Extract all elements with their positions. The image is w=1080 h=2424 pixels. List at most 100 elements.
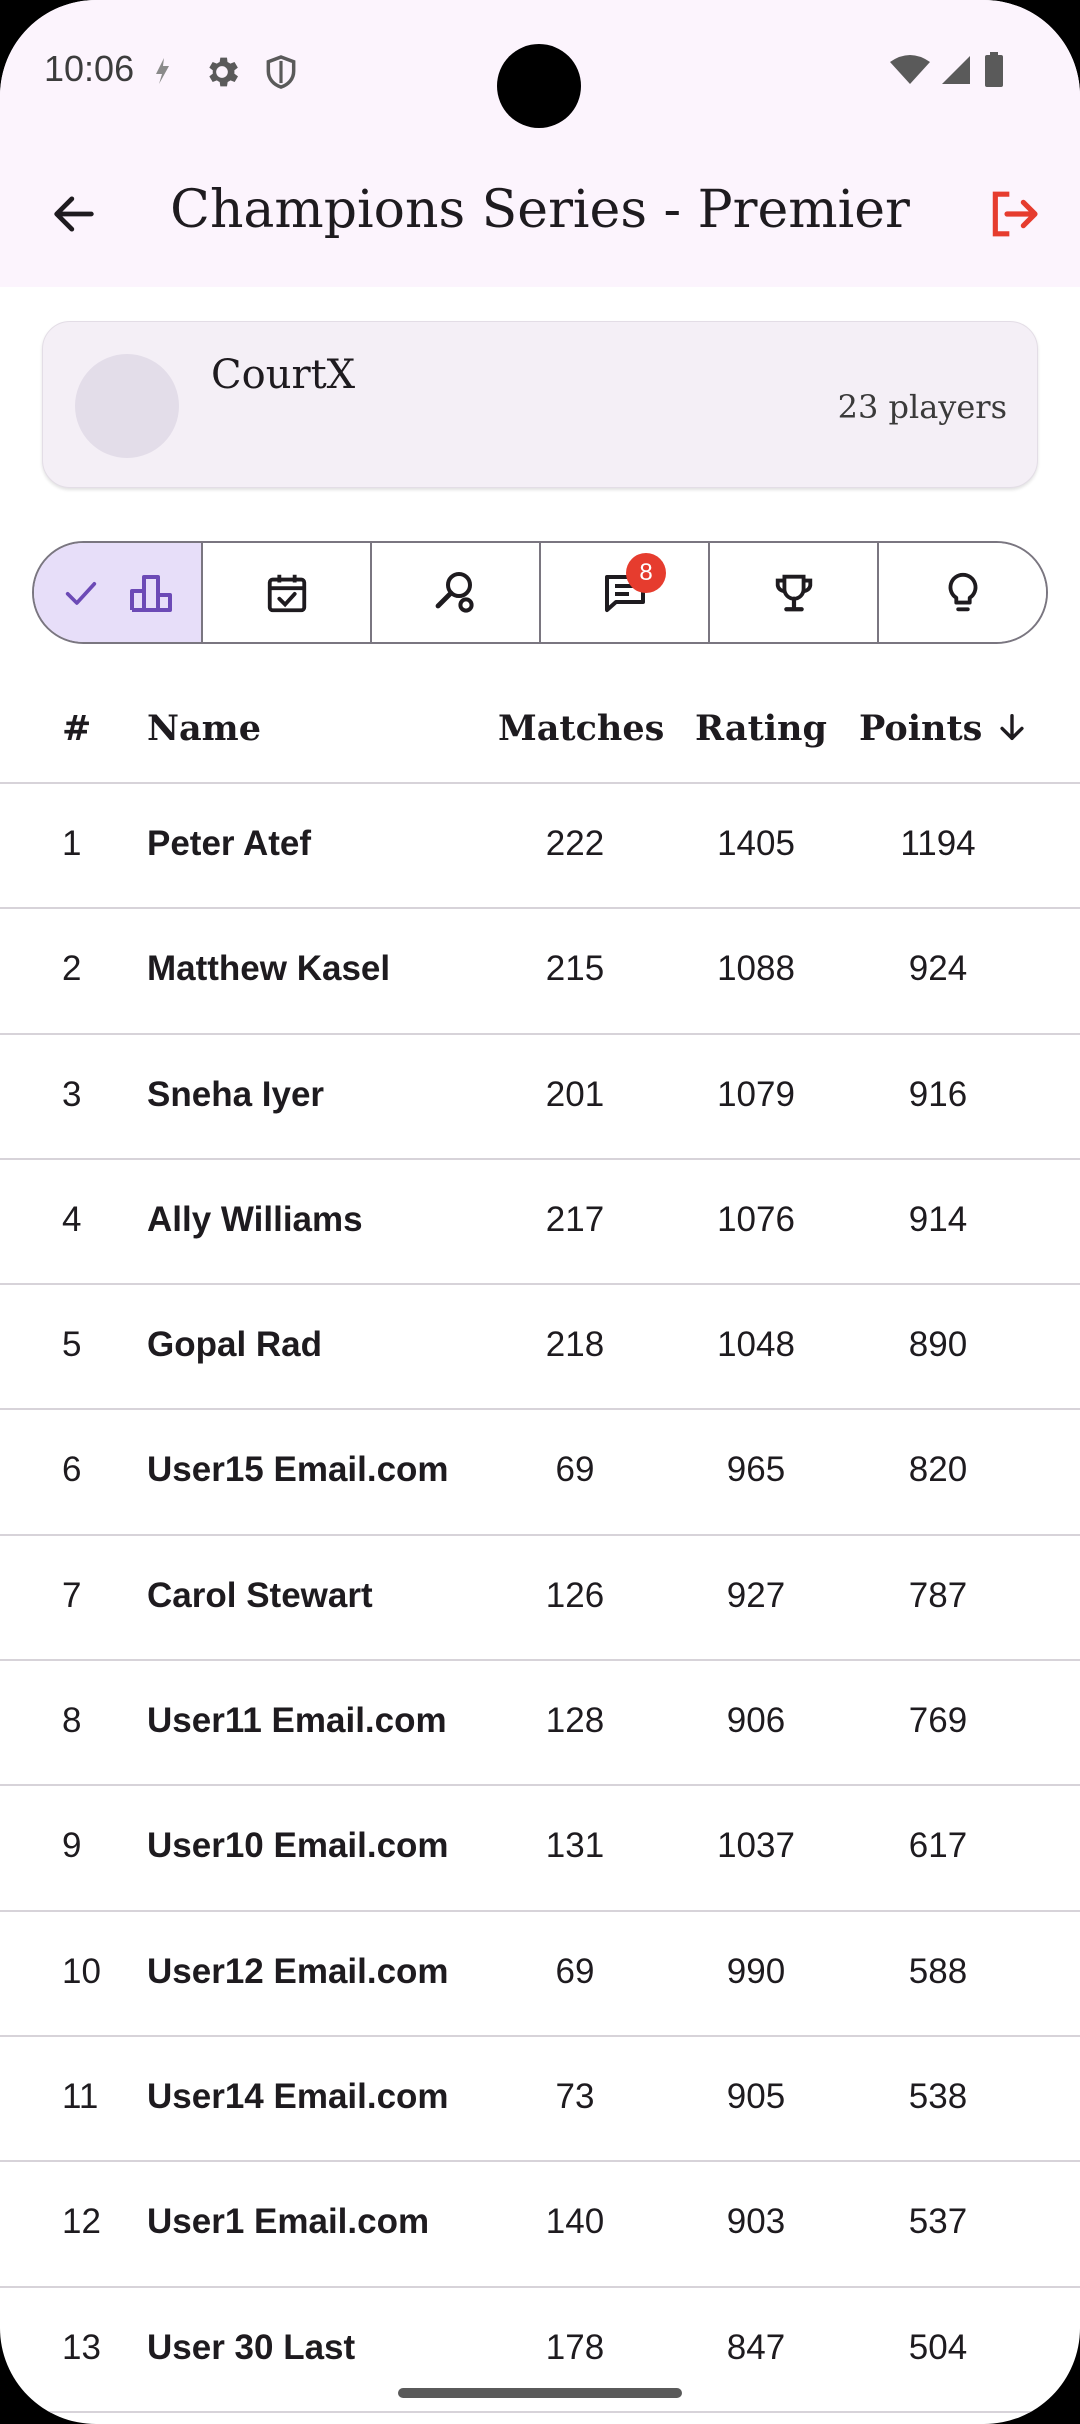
player-name-cell: Sneha Iyer (147, 1074, 325, 1114)
table-row[interactable]: 11 User14 Email.com 73 905 538 (0, 2037, 1080, 2163)
matches-cell: 126 (545, 1575, 605, 1615)
col-rank-header: # (62, 708, 92, 749)
arrow-down-icon (999, 713, 1024, 741)
rank-cell: 13 (62, 2327, 101, 2367)
table-row[interactable]: 6 User15 Email.com 69 965 820 (0, 1410, 1080, 1536)
back-button[interactable] (40, 180, 108, 248)
rank-cell: 6 (62, 1450, 82, 1490)
player-name-cell: User11 Email.com (147, 1701, 447, 1741)
points-cell: 769 (908, 1701, 968, 1741)
matches-cell: 140 (545, 2202, 605, 2242)
rating-cell: 906 (726, 1701, 786, 1741)
matches-cell: 73 (555, 2076, 595, 2116)
rank-cell: 2 (62, 949, 82, 989)
tab-schedule[interactable] (201, 543, 370, 642)
table-row[interactable]: 7 Carol Stewart 126 927 787 (0, 1536, 1080, 1662)
table-row[interactable]: 4 Ally Williams 217 1076 914 (0, 1160, 1080, 1286)
rank-cell: 3 (62, 1074, 82, 1114)
trophy-icon (775, 574, 812, 611)
rank-cell: 10 (62, 1951, 101, 1991)
rating-cell: 1037 (717, 1826, 795, 1866)
player-name-cell: User14 Email.com (147, 2076, 449, 2116)
section-tabs: 8 (32, 541, 1048, 644)
points-cell: 1194 (900, 824, 976, 863)
points-cell: 504 (908, 2327, 968, 2367)
rank-cell: 4 (62, 1199, 82, 1239)
col-rating-header[interactable]: Rating (695, 708, 827, 749)
home-indicator[interactable] (398, 2388, 682, 2398)
status-time: 10:06 (44, 48, 135, 89)
matches-cell: 215 (545, 949, 605, 989)
rank-cell: 11 (62, 2076, 99, 2116)
table-row[interactable]: 1 Peter Atef 222 1405 1194 (0, 784, 1080, 910)
points-cell: 537 (908, 2202, 968, 2242)
table-row[interactable]: 5 Gopal Rad 218 1048 890 (0, 1285, 1080, 1411)
club-card[interactable]: CourtX 23 players (42, 321, 1038, 488)
racket-icon (435, 571, 474, 613)
matches-cell: 218 (545, 1325, 605, 1365)
col-points-label: Points (859, 708, 983, 749)
matches-cell: 128 (545, 1701, 605, 1741)
player-name-cell: User10 Email.com (147, 1826, 449, 1866)
table-body: 1 Peter Atef 222 140 5 1194 2 Matthew Kasel 215 1… (0, 784, 1080, 2413)
player-name-cell: Gopal Rad (147, 1325, 323, 1365)
matches-cell: 217 (545, 1199, 605, 1239)
points-cell: 916 (908, 1074, 968, 1114)
matches-cell: 69 (555, 1450, 595, 1490)
player-name-cell: Matthew Kasel (147, 949, 391, 989)
rank-cell: 5 (62, 1325, 82, 1365)
col-matches-header[interactable]: Matches (498, 708, 664, 749)
matches-cell: 201 (545, 1074, 605, 1114)
battery-icon (984, 52, 1004, 93)
tab-trophies[interactable] (708, 543, 877, 642)
tab-standings[interactable] (34, 543, 201, 642)
rank-cell: 12 (62, 2202, 101, 2242)
tab-tips[interactable] (877, 543, 1046, 642)
player-name-cell: User1 Email.com (147, 2202, 430, 2242)
col-points-header[interactable]: Points (859, 708, 1029, 749)
calendar-check-icon (267, 574, 306, 612)
table-row[interactable]: 3 Sneha Iyer 201 1079 916 (0, 1035, 1080, 1160)
standings-table: # Name Matches Rating Points 1 Peter Atef… (0, 680, 1080, 2413)
rating-cell: 990 (726, 1951, 786, 1991)
player-name-cell: User12 Email.com (147, 1951, 449, 1991)
app-header: 10:06 Champions Series - Premier (0, 0, 1080, 287)
table-row[interactable]: 9 User10 Email.com 131 1037 617 (0, 1786, 1080, 1912)
table-header: # Name Matches Rating Points (0, 680, 1080, 784)
points-cell: 820 (908, 1450, 968, 1490)
wifi-icon (890, 54, 930, 91)
rating-cell: 1076 (717, 1199, 795, 1239)
settings-icon (202, 52, 242, 97)
points-cell: 617 (908, 1826, 968, 1866)
rating-cell: 927 (726, 1575, 786, 1615)
table-row[interactable]: 2 Matthew Kasel 215 1088 924 (0, 909, 1080, 1035)
points-cell: 787 (908, 1575, 968, 1615)
shield-icon (262, 52, 300, 97)
tab-matches[interactable] (370, 543, 539, 642)
col-name-header[interactable]: Name (147, 708, 261, 749)
player-name-cell: Peter Atef (147, 824, 312, 863)
rating-cell: 903 (726, 2202, 786, 2242)
matches-cell: 178 (545, 2327, 605, 2367)
table-row[interactable]: 12 User1 Email.com 140 903 537 (0, 2162, 1080, 2288)
tab-messages[interactable]: 8 (539, 543, 708, 642)
rating-cell: 965 (726, 1450, 786, 1490)
player-name-cell: Carol Stewart (147, 1575, 373, 1615)
table-row[interactable]: 10 User12 Email.com 69 990 588 (0, 1912, 1080, 2037)
matches-cell: 222 (545, 824, 605, 863)
rank-cell: 1 (62, 824, 82, 863)
leaderboard-icon (129, 574, 172, 612)
logout-button[interactable] (980, 180, 1048, 248)
player-count: 23 players (837, 388, 1007, 426)
rating-cell: 905 (726, 2076, 786, 2116)
screen: 10:06 Champions Series - Premier CourtX … (0, 0, 1080, 2424)
table-row[interactable]: 8 User11 Email.com 128 906 769 (0, 1661, 1080, 1787)
lightbulb-icon (948, 572, 977, 611)
points-cell: 890 (908, 1325, 968, 1365)
rating-cell: 1088 (717, 949, 795, 989)
notification-icon (150, 52, 174, 93)
signal-icon (940, 54, 972, 91)
status-bar: 10:06 (0, 0, 1080, 140)
camera-cutout (497, 44, 581, 128)
points-cell: 924 (908, 949, 968, 989)
